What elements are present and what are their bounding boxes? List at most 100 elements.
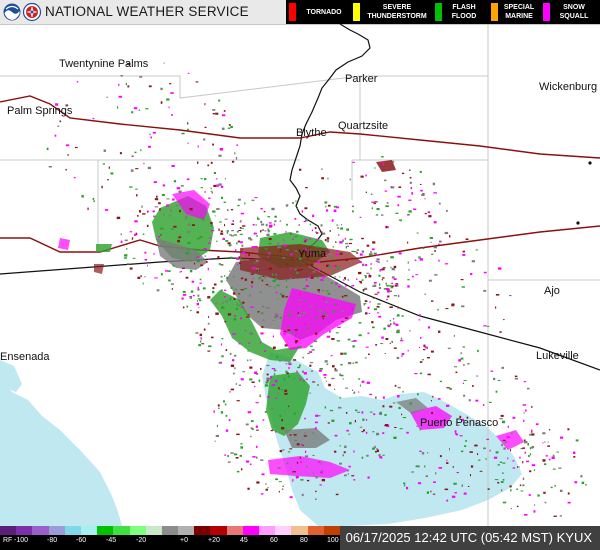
radar-speckle bbox=[234, 152, 236, 155]
radar-speckle bbox=[318, 291, 320, 293]
legend-swatch bbox=[543, 3, 550, 21]
radar-speckle bbox=[285, 370, 288, 373]
radar-speckle bbox=[325, 315, 329, 317]
radar-speckle bbox=[81, 195, 84, 198]
radar-speckle bbox=[251, 420, 254, 423]
radar-speckle bbox=[409, 181, 412, 184]
radar-speckle bbox=[535, 423, 539, 426]
page-title: NATIONAL WEATHER SERVICE bbox=[45, 4, 249, 19]
radar-speckle bbox=[371, 201, 375, 203]
scale-color-cell bbox=[307, 526, 325, 535]
radar-speckle bbox=[54, 134, 57, 137]
radar-speckle bbox=[334, 276, 336, 278]
radar-speckle bbox=[370, 263, 372, 265]
radar-speckle bbox=[168, 279, 171, 282]
legend-label: SPECIAL MARINE bbox=[503, 4, 535, 20]
radar-speckle bbox=[179, 209, 181, 213]
radar-speckle bbox=[203, 328, 206, 331]
radar-speckle bbox=[208, 258, 210, 260]
radar-speckle bbox=[309, 345, 313, 347]
radar-speckle bbox=[396, 314, 400, 317]
radar-speckle bbox=[218, 263, 221, 265]
radar-speckle bbox=[395, 212, 399, 214]
radar-speckle bbox=[142, 282, 144, 285]
radar-speckle bbox=[322, 232, 326, 235]
radar-speckle bbox=[182, 293, 187, 296]
radar-speckle bbox=[447, 347, 451, 349]
radar-speckle bbox=[382, 267, 386, 269]
radar-speckle bbox=[312, 471, 314, 475]
radar-speckle bbox=[243, 329, 247, 332]
reflectivity-scale: RF -100 -80 -60 -45 -20 +0 +20 45 60 80 … bbox=[0, 526, 341, 550]
radar-speckle bbox=[547, 441, 549, 443]
radar-speckle bbox=[240, 289, 244, 291]
radar-speckle bbox=[226, 231, 229, 234]
radar-speckle bbox=[285, 358, 287, 361]
radar-speckle bbox=[250, 238, 253, 241]
radar-speckle bbox=[386, 284, 389, 287]
pacific-coast-water bbox=[0, 360, 22, 392]
radar-speckle bbox=[523, 381, 527, 383]
radar-speckle bbox=[489, 449, 491, 452]
radar-speckle bbox=[359, 280, 362, 283]
radar-speckle bbox=[304, 238, 306, 240]
radar-speckle bbox=[346, 411, 348, 414]
radar-speckle bbox=[342, 279, 345, 281]
radar-speckle bbox=[293, 333, 295, 336]
radar-speckle bbox=[386, 260, 389, 262]
radar-speckle bbox=[293, 434, 297, 436]
radar-speckle bbox=[275, 291, 278, 294]
radar-speckle bbox=[332, 310, 336, 313]
radar-speckle bbox=[185, 276, 189, 279]
radar-speckle bbox=[411, 192, 413, 195]
radar-speckle bbox=[375, 344, 378, 346]
radar-speckle bbox=[190, 309, 192, 312]
radar-speckle bbox=[294, 439, 297, 441]
radar-speckle bbox=[187, 223, 191, 226]
radar-speckle bbox=[317, 289, 320, 292]
radar-speckle bbox=[67, 154, 69, 156]
radar-speckle bbox=[150, 136, 152, 139]
radar-speckle bbox=[292, 202, 294, 204]
radar-speckle bbox=[336, 340, 340, 342]
radar-speckle bbox=[408, 199, 412, 201]
radar-speckle bbox=[309, 237, 311, 240]
radar-speckle bbox=[304, 207, 308, 210]
radar-speckle bbox=[260, 459, 264, 461]
radar-speckle bbox=[187, 72, 190, 74]
radar-speckle bbox=[437, 398, 441, 400]
radar-speckle bbox=[216, 184, 219, 187]
radar-speckle bbox=[463, 380, 467, 381]
radar-speckle bbox=[334, 434, 338, 437]
radar-speckle bbox=[118, 83, 120, 87]
radar-speckle bbox=[253, 262, 256, 264]
radar-speckle bbox=[320, 463, 323, 465]
radar-speckle bbox=[439, 455, 442, 458]
legend-swatch bbox=[435, 3, 442, 21]
radar-map[interactable]: Twentynine Palms Parker Wickenburg Palm … bbox=[0, 24, 600, 526]
radar-speckle bbox=[321, 478, 325, 482]
radar-speckle bbox=[266, 373, 269, 376]
radar-speckle bbox=[344, 295, 348, 297]
radar-speckle bbox=[285, 363, 288, 365]
radar-speckle bbox=[315, 316, 318, 319]
radar-speckle bbox=[217, 404, 220, 407]
radar-speckle bbox=[462, 250, 465, 253]
radar-speckle bbox=[129, 186, 133, 188]
radar-speckle bbox=[220, 411, 224, 414]
radar-speckle bbox=[282, 239, 285, 241]
radar-speckle bbox=[153, 181, 157, 184]
radar-speckle bbox=[286, 462, 289, 465]
radar-speckle bbox=[276, 355, 278, 358]
city-label-palm-springs: Palm Springs bbox=[7, 105, 73, 117]
radar-speckle bbox=[396, 356, 400, 360]
radar-speckle bbox=[377, 291, 380, 294]
radar-speckle bbox=[321, 289, 325, 292]
radar-speckle bbox=[407, 261, 409, 264]
radar-speckle bbox=[344, 317, 349, 319]
radar-speckle bbox=[171, 114, 173, 116]
radar-speckle bbox=[247, 359, 249, 362]
radar-speckle bbox=[435, 472, 437, 475]
radar-speckle bbox=[212, 210, 216, 213]
radar-speckle bbox=[437, 309, 439, 311]
